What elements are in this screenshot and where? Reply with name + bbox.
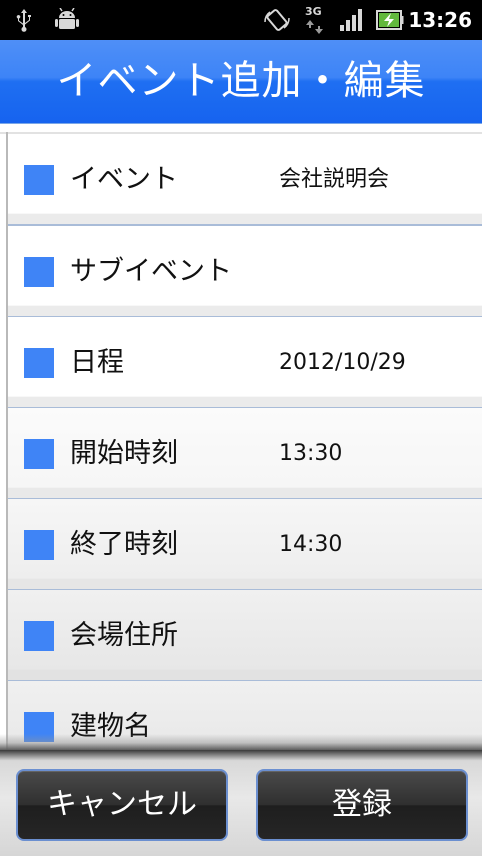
start-time-row[interactable]: 開始時刻 13:30: [8, 408, 482, 500]
bottom-action-bar: キャンセル 登録: [0, 750, 482, 856]
bullet-square-icon: [24, 439, 54, 469]
end-time-value: 14:30: [279, 532, 343, 557]
date-row[interactable]: 日程 2012/10/29: [8, 317, 482, 409]
event-form-list: イベント 会社説明会 サブイベント 日程 2012/10/29 開始時刻 13:…: [0, 124, 482, 750]
signal-strength-icon: [340, 9, 362, 31]
bullet-square-icon: [24, 165, 54, 195]
list-scroll-fade: [0, 734, 482, 750]
list-left-border: [6, 132, 8, 750]
cancel-button[interactable]: キャンセル: [16, 769, 228, 841]
event-label: イベント: [70, 164, 178, 195]
end-time-label: 終了時刻: [70, 529, 178, 560]
sub-event-row[interactable]: サブイベント: [8, 226, 482, 318]
end-time-row[interactable]: 終了時刻 14:30: [8, 499, 482, 591]
date-value: 2012/10/29: [279, 350, 406, 375]
venue-address-row[interactable]: 会場住所: [8, 590, 482, 682]
android-debug-icon: [55, 8, 79, 29]
date-label: 日程: [70, 347, 124, 378]
event-value: 会社説明会: [279, 167, 390, 192]
battery-charging-icon: [376, 10, 404, 30]
title-bar: イベント追加・編集: [0, 40, 482, 124]
usb-icon: [16, 9, 31, 32]
start-time-value: 13:30: [279, 441, 343, 466]
status-time: 13:26: [408, 8, 472, 32]
auto-rotate-icon: [264, 9, 290, 31]
start-time-label: 開始時刻: [70, 438, 178, 469]
register-button[interactable]: 登録: [256, 769, 468, 841]
data-arrows-icon: [306, 20, 323, 34]
status-bar: 3G 13:26: [0, 0, 482, 40]
event-row[interactable]: イベント 会社説明会: [8, 134, 482, 226]
screen: 3G 13:26 イベント追加・編集 イベント 会社説明会 サブイベント 日程 …: [0, 0, 482, 856]
venue-address-label: 会場住所: [70, 620, 178, 651]
bullet-square-icon: [24, 530, 54, 560]
bullet-square-icon: [24, 257, 54, 287]
bullet-square-icon: [24, 348, 54, 378]
page-title: イベント追加・編集: [56, 58, 426, 104]
sub-event-label: サブイベント: [70, 256, 232, 287]
network-type-label: 3G: [305, 5, 322, 18]
bullet-square-icon: [24, 621, 54, 651]
